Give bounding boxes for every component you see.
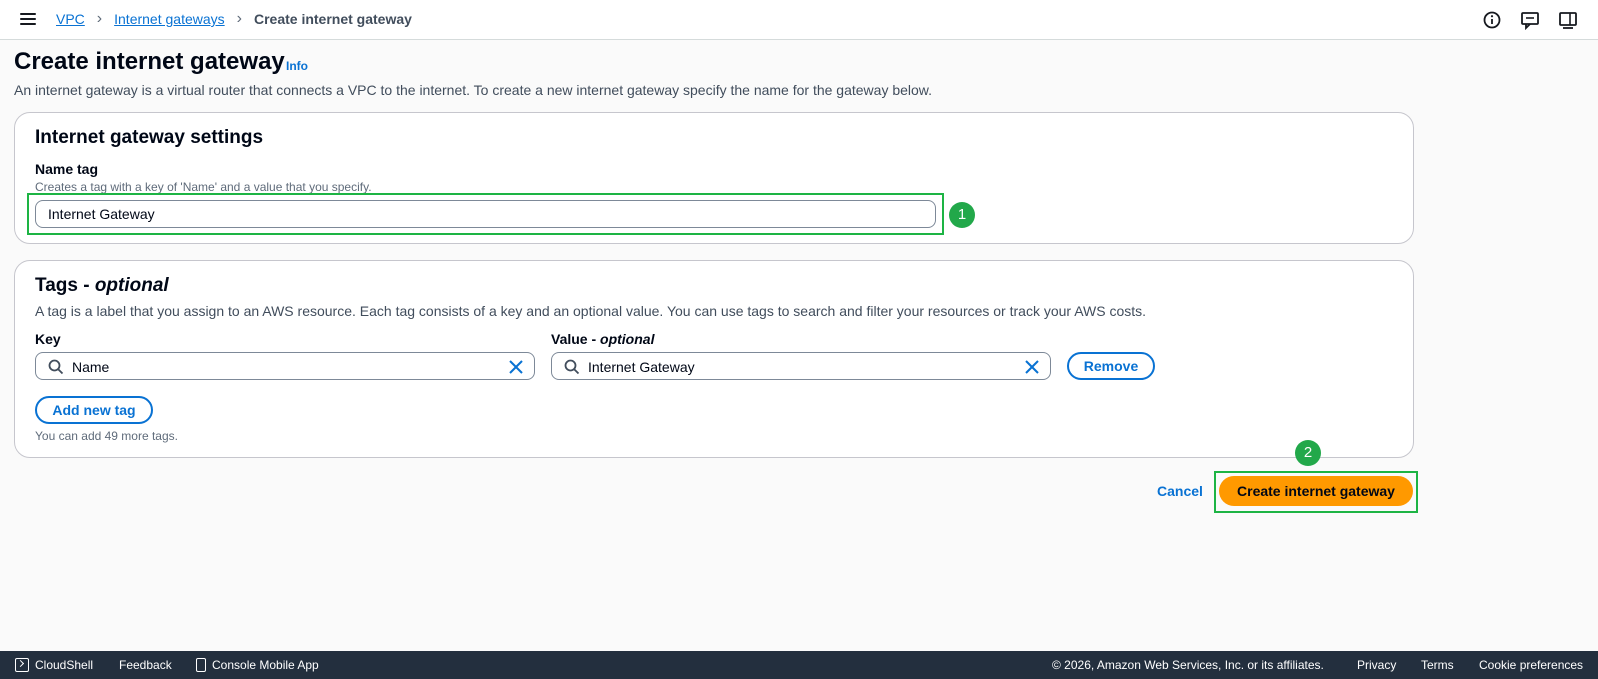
add-new-tag-button[interactable]: Add new tag xyxy=(35,396,153,424)
value-label: Value - optional xyxy=(551,331,655,347)
chevron-right-icon: › xyxy=(96,10,103,27)
settings-title: Internet gateway settings xyxy=(35,127,264,148)
cancel-button[interactable]: Cancel xyxy=(1157,483,1203,499)
mobile-app-link[interactable]: Console Mobile App xyxy=(196,658,319,672)
mobile-app-label: Console Mobile App xyxy=(212,658,319,672)
side-panel-icon[interactable] xyxy=(1558,10,1578,30)
clear-icon[interactable] xyxy=(1024,359,1040,375)
tag-value-value: Internet Gateway xyxy=(588,359,695,375)
breadcrumb: VPC › Internet gateways › Create interne… xyxy=(56,10,412,28)
info-icon[interactable] xyxy=(1482,10,1502,30)
footer: CloudShell Feedback Console Mobile App ©… xyxy=(0,651,1598,679)
terms-link[interactable]: Terms xyxy=(1421,658,1454,672)
tag-key-value: Name xyxy=(72,359,110,375)
breadcrumb-vpc-link[interactable]: VPC xyxy=(56,11,85,27)
info-link[interactable]: Info xyxy=(286,59,308,73)
tag-key-input[interactable]: Name xyxy=(35,352,535,380)
feedback-icon[interactable] xyxy=(1520,10,1540,30)
tags-remaining-hint: You can add 49 more tags. xyxy=(35,429,178,443)
remove-tag-button[interactable]: Remove xyxy=(1067,352,1155,380)
step-1-badge: 1 xyxy=(949,202,975,228)
tags-description: A tag is a label that you assign to an A… xyxy=(35,303,1147,319)
clear-icon[interactable] xyxy=(508,359,524,375)
breadcrumb-current: Create internet gateway xyxy=(253,11,412,27)
search-icon xyxy=(564,359,580,375)
privacy-link[interactable]: Privacy xyxy=(1357,658,1396,672)
tags-title: Tags - optional xyxy=(35,275,169,296)
key-label: Key xyxy=(35,331,61,347)
cloudshell-link[interactable]: CloudShell xyxy=(15,658,93,672)
tags-panel: Tags - optional A tag is a label that yo… xyxy=(14,260,1414,458)
menu-icon[interactable] xyxy=(20,12,38,26)
top-navigation-bar: VPC › Internet gateways › Create interne… xyxy=(0,0,1598,40)
name-tag-label: Name tag xyxy=(35,161,99,177)
create-internet-gateway-button[interactable]: Create internet gateway xyxy=(1219,476,1413,506)
page-title: Create internet gateway xyxy=(14,48,285,75)
search-icon xyxy=(48,359,64,375)
step-2-badge: 2 xyxy=(1295,440,1321,466)
copyright-text: © 2026, Amazon Web Services, Inc. or its… xyxy=(1052,658,1324,672)
cloudshell-label: CloudShell xyxy=(35,658,94,672)
name-tag-input[interactable] xyxy=(35,200,936,228)
tag-value-input[interactable]: Internet Gateway xyxy=(551,352,1051,380)
cookie-preferences-link[interactable]: Cookie preferences xyxy=(1479,658,1583,672)
chevron-right-icon: › xyxy=(236,10,242,27)
phone-icon xyxy=(196,658,206,672)
page-description: An internet gateway is a virtual router … xyxy=(14,82,933,98)
name-tag-hint: Creates a tag with a key of 'Name' and a… xyxy=(35,180,372,194)
feedback-link[interactable]: Feedback xyxy=(119,658,172,672)
top-icons xyxy=(1482,10,1578,30)
breadcrumb-internet-gateways-link[interactable]: Internet gateways xyxy=(114,11,225,27)
cloudshell-icon xyxy=(15,658,29,672)
